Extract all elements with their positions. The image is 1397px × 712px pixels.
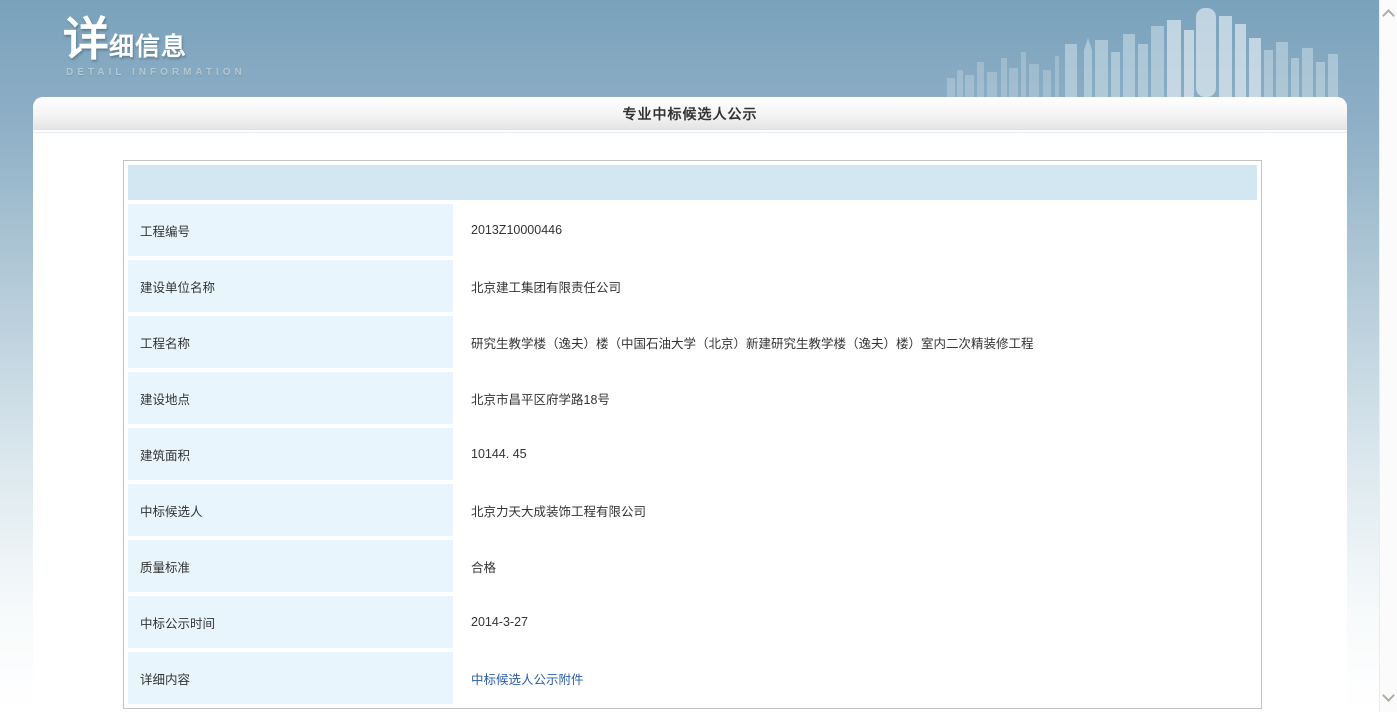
detail-information-page: { "logo": { "big_char": "详", "rest_chars… bbox=[0, 0, 1397, 712]
row-label: 工程名称 bbox=[128, 316, 453, 368]
row-value: 2013Z10000446 bbox=[457, 204, 1257, 256]
table-row: 建筑面积 10144. 45 bbox=[128, 428, 1257, 480]
row-value: 北京市昌平区府学路18号 bbox=[457, 372, 1257, 424]
detail-table: 工程编号 2013Z10000446 建设单位名称 北京建工集团有限责任公司 工… bbox=[123, 160, 1262, 709]
row-label: 建设地点 bbox=[128, 372, 453, 424]
scroll-down-button[interactable] bbox=[1380, 688, 1397, 708]
table-header-cell bbox=[128, 165, 1257, 200]
table-row: 工程名称 研究生教学楼（逸夫）楼（中国石油大学（北京）新建研究生教学楼（逸夫）楼… bbox=[128, 316, 1257, 368]
row-value: 北京建工集团有限责任公司 bbox=[457, 260, 1257, 312]
row-label: 建设单位名称 bbox=[128, 260, 453, 312]
logo-text: 详细信息 bbox=[63, 16, 246, 63]
chevron-down-icon bbox=[1382, 689, 1395, 702]
detail-table-wrapper: 工程编号 2013Z10000446 建设单位名称 北京建工集团有限责任公司 工… bbox=[123, 160, 1347, 709]
row-value: 北京力天大成装饰工程有限公司 bbox=[457, 484, 1257, 536]
row-label: 建筑面积 bbox=[128, 428, 453, 480]
row-value: 2014-3-27 bbox=[457, 596, 1257, 648]
table-row: 详细内容 中标候选人公示附件 bbox=[128, 652, 1257, 704]
site-logo: 详细信息 DETAIL INFORMATION bbox=[63, 16, 246, 78]
logo-rest-chars: 细信息 bbox=[109, 27, 187, 63]
attachment-link[interactable]: 中标候选人公示附件 bbox=[471, 673, 584, 687]
page-header-banner: 详细信息 DETAIL INFORMATION bbox=[0, 0, 1397, 97]
chevron-up-icon bbox=[1382, 9, 1395, 22]
scroll-up-button[interactable] bbox=[1380, 4, 1397, 24]
row-value: 研究生教学楼（逸夫）楼（中国石油大学（北京）新建研究生教学楼（逸夫）楼）室内二次… bbox=[457, 316, 1257, 368]
vertical-scrollbar[interactable] bbox=[1379, 0, 1397, 712]
logo-subtitle: DETAIL INFORMATION bbox=[66, 67, 246, 78]
row-label: 工程编号 bbox=[128, 204, 453, 256]
table-row: 建设地点 北京市昌平区府学路18号 bbox=[128, 372, 1257, 424]
row-label: 中标候选人 bbox=[128, 484, 453, 536]
row-label: 详细内容 bbox=[128, 652, 453, 704]
row-value: 10144. 45 bbox=[457, 428, 1257, 480]
table-row: 建设单位名称 北京建工集团有限责任公司 bbox=[128, 260, 1257, 312]
table-row: 质量标准 合格 bbox=[128, 540, 1257, 592]
row-value: 中标候选人公示附件 bbox=[457, 652, 1257, 704]
row-value: 合格 bbox=[457, 540, 1257, 592]
content-panel: 专业中标候选人公示 工程编号 2013Z10000446 建设单位名称 北京建工… bbox=[33, 97, 1347, 712]
title-bar: 专业中标候选人公示 bbox=[33, 97, 1347, 130]
title-bar-underline bbox=[33, 132, 1347, 133]
table-row: 工程编号 2013Z10000446 bbox=[128, 204, 1257, 256]
city-skyline-icon bbox=[947, 0, 1342, 97]
row-label: 质量标准 bbox=[128, 540, 453, 592]
logo-big-char: 详 bbox=[63, 16, 109, 62]
row-label: 中标公示时间 bbox=[128, 596, 453, 648]
table-header-row bbox=[128, 165, 1257, 200]
page-title: 专业中标候选人公示 bbox=[623, 104, 758, 124]
table-row: 中标公示时间 2014-3-27 bbox=[128, 596, 1257, 648]
table-row: 中标候选人 北京力天大成装饰工程有限公司 bbox=[128, 484, 1257, 536]
